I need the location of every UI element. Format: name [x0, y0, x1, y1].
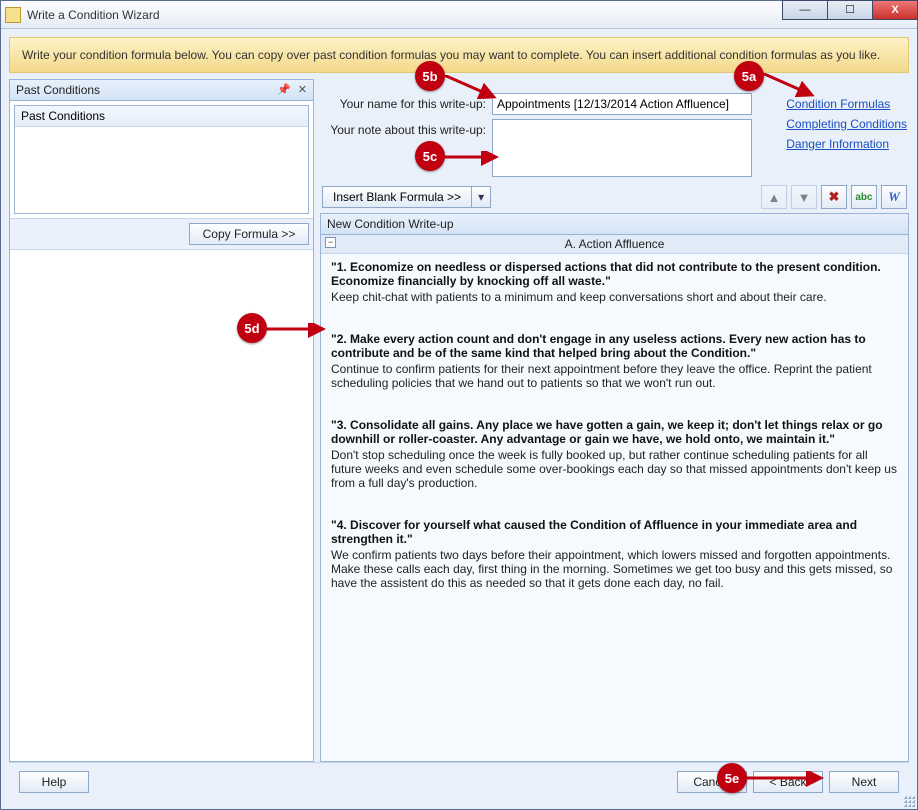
resize-grip-icon[interactable]: [903, 795, 915, 807]
insert-blank-formula-button[interactable]: Insert Blank Formula >> ▾: [322, 186, 491, 208]
callout-5d: 5d: [237, 313, 267, 343]
step-title: "3. Consolidate all gains. Any place we …: [331, 418, 898, 446]
copy-formula-button[interactable]: Copy Formula >>: [189, 223, 309, 245]
past-conditions-spacer: [10, 250, 313, 761]
help-button[interactable]: Help: [19, 771, 89, 793]
wizard-body: Write your condition formula below. You …: [1, 29, 917, 809]
writeup-step[interactable]: "4. Discover for yourself what caused th…: [331, 518, 898, 590]
instruction-banner: Write your condition formula below. You …: [9, 37, 909, 73]
step-desc: Don't stop scheduling once the week is f…: [331, 448, 898, 490]
step-title: "4. Discover for yourself what caused th…: [331, 518, 898, 546]
window-controls: — ☐ X: [783, 0, 918, 20]
writeup-note-input[interactable]: [492, 119, 752, 177]
writeup-panel: New Condition Write-up − A. Action Afflu…: [320, 213, 909, 762]
writeup-name-input[interactable]: [492, 93, 752, 115]
left-column: Past Conditions 📌 ✕ Past Conditions Copy…: [9, 79, 314, 762]
past-conditions-subheader: Past Conditions: [15, 106, 308, 127]
work-area: 5b 5a 5c 5d Past Conditions 📌 ✕ Past Con…: [9, 79, 909, 762]
writeup-step[interactable]: "3. Consolidate all gains. Any place we …: [331, 418, 898, 490]
collapse-icon[interactable]: −: [325, 237, 336, 248]
link-condition-formulas[interactable]: Condition Formulas: [786, 97, 907, 111]
writeup-section-header[interactable]: − A. Action Affluence: [321, 235, 908, 254]
step-title: "2. Make every action count and don't en…: [331, 332, 898, 360]
wizard-window: Write a Condition Wizard — ☐ X Write you…: [0, 0, 918, 810]
link-danger-information[interactable]: Danger Information: [786, 137, 907, 151]
close-button[interactable]: X: [872, 0, 918, 20]
minimize-button[interactable]: —: [782, 0, 828, 20]
word-export-button[interactable]: W: [881, 185, 907, 209]
app-icon: [5, 7, 21, 23]
callout-5a: 5a: [734, 61, 764, 91]
copy-formula-row: Copy Formula >>: [10, 218, 313, 250]
step-title: "1. Economize on needless or dispersed a…: [331, 260, 898, 288]
past-conditions-header: Past Conditions 📌 ✕: [10, 80, 313, 101]
callout-5e: 5e: [717, 763, 747, 793]
move-down-button: ▼: [791, 185, 817, 209]
name-label: Your name for this write-up:: [320, 93, 492, 111]
next-button[interactable]: Next: [829, 771, 899, 793]
callout-5c: 5c: [415, 141, 445, 171]
writeup-steps[interactable]: "1. Economize on needless or dispersed a…: [321, 254, 908, 761]
wizard-footer: Help Cancel < Back Next 5e: [9, 762, 909, 801]
callout-5b: 5b: [415, 61, 445, 91]
close-panel-icon[interactable]: ✕: [298, 83, 307, 96]
link-completing-conditions[interactable]: Completing Conditions: [786, 117, 907, 131]
writeup-header: New Condition Write-up: [321, 214, 908, 235]
step-desc: Continue to confirm patients for their n…: [331, 362, 898, 390]
window-title: Write a Condition Wizard: [27, 8, 160, 22]
spellcheck-button[interactable]: abc: [851, 185, 877, 209]
delete-button[interactable]: ✖: [821, 185, 847, 209]
note-label: Your note about this write-up:: [320, 119, 492, 137]
titlebar: Write a Condition Wizard: [1, 1, 917, 29]
help-links: Condition Formulas Completing Conditions…: [786, 97, 907, 151]
writeup-section-title: A. Action Affluence: [565, 237, 665, 251]
move-up-button: ▲: [761, 185, 787, 209]
pin-icon[interactable]: 📌: [277, 83, 291, 96]
past-conditions-title: Past Conditions: [16, 83, 100, 97]
writeup-step[interactable]: "2. Make every action count and don't en…: [331, 332, 898, 390]
past-conditions-body[interactable]: [15, 127, 308, 213]
chevron-down-icon[interactable]: ▾: [472, 187, 490, 207]
step-desc: We confirm patients two days before thei…: [331, 548, 898, 590]
step-desc: Keep chit-chat with patients to a minimu…: [331, 290, 898, 304]
writeup-step[interactable]: "1. Economize on needless or dispersed a…: [331, 260, 898, 304]
maximize-button[interactable]: ☐: [827, 0, 873, 20]
back-button[interactable]: < Back: [753, 771, 823, 793]
past-conditions-panel: Past Conditions 📌 ✕ Past Conditions Copy…: [9, 79, 314, 762]
insert-blank-formula-label: Insert Blank Formula >>: [323, 187, 472, 207]
past-conditions-list: Past Conditions: [14, 105, 309, 214]
right-column: Condition Formulas Completing Conditions…: [320, 79, 909, 762]
writeup-toolbar: Insert Blank Formula >> ▾ ▲ ▼ ✖ abc W: [320, 181, 909, 213]
